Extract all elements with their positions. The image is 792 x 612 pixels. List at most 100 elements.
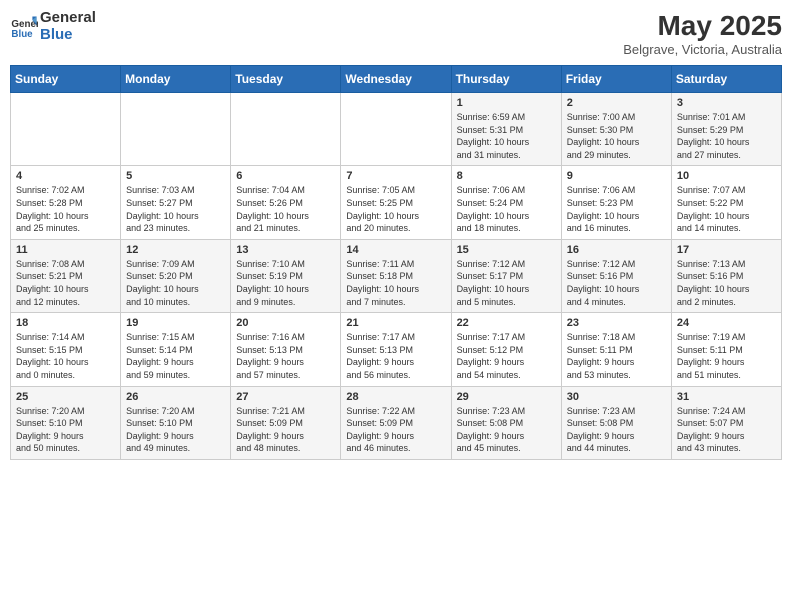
day-number: 23 — [567, 317, 666, 329]
day-cell: 24 Sunrise: 7:19 AM Sunset: 5:11 PM Dayli… — [671, 313, 781, 386]
day-info: Sunrise: 7:08 AM Sunset: 5:21 PM Dayligh… — [16, 258, 115, 308]
logo-general: General — [40, 10, 96, 27]
weekday-wednesday: Wednesday — [341, 66, 451, 93]
day-cell: 30 Sunrise: 7:23 AM Sunset: 5:08 PM Dayli… — [561, 386, 671, 459]
day-info: Sunrise: 7:23 AM Sunset: 5:08 PM Dayligh… — [567, 405, 666, 455]
day-number: 18 — [16, 317, 115, 329]
day-cell: 31 Sunrise: 7:24 AM Sunset: 5:07 PM Dayli… — [671, 386, 781, 459]
day-cell: 1 Sunrise: 6:59 AM Sunset: 5:31 PM Daylig… — [451, 93, 561, 166]
day-info: Sunrise: 7:22 AM Sunset: 5:09 PM Dayligh… — [346, 405, 445, 455]
day-info: Sunrise: 7:12 AM Sunset: 5:16 PM Dayligh… — [567, 258, 666, 308]
day-number: 11 — [16, 244, 115, 256]
day-cell: 9Sunrise: 7:06 AM Sunset: 5:23 PM Daylig… — [561, 166, 671, 239]
day-number: 10 — [677, 170, 776, 182]
day-cell: 21 Sunrise: 7:17 AM Sunset: 5:13 PM Dayli… — [341, 313, 451, 386]
weekday-friday: Friday — [561, 66, 671, 93]
day-number: 8 — [457, 170, 556, 182]
day-number: 20 — [236, 317, 335, 329]
weekday-saturday: Saturday — [671, 66, 781, 93]
day-info: Sunrise: 7:13 AM Sunset: 5:16 PM Dayligh… — [677, 258, 776, 308]
day-cell — [231, 93, 341, 166]
day-number: 5 — [126, 170, 225, 182]
day-cell: 5Sunrise: 7:03 AM Sunset: 5:27 PM Daylig… — [121, 166, 231, 239]
day-cell: 20 Sunrise: 7:16 AM Sunset: 5:13 PM Dayli… — [231, 313, 341, 386]
day-info: Sunrise: 7:24 AM Sunset: 5:07 PM Dayligh… — [677, 405, 776, 455]
day-cell: 6Sunrise: 7:04 AM Sunset: 5:26 PM Daylig… — [231, 166, 341, 239]
day-info: Sunrise: 7:02 AM Sunset: 5:28 PM Dayligh… — [16, 184, 115, 234]
day-info: Sunrise: 7:01 AM Sunset: 5:29 PM Dayligh… — [677, 111, 776, 161]
day-number: 24 — [677, 317, 776, 329]
day-number: 28 — [346, 391, 445, 403]
day-cell: 16 Sunrise: 7:12 AM Sunset: 5:16 PM Dayli… — [561, 239, 671, 312]
day-number: 16 — [567, 244, 666, 256]
week-row-4: 18 Sunrise: 7:14 AM Sunset: 5:15 PM Dayli… — [11, 313, 782, 386]
day-number: 21 — [346, 317, 445, 329]
location: Belgrave, Victoria, Australia — [623, 42, 782, 57]
day-number: 22 — [457, 317, 556, 329]
day-number: 15 — [457, 244, 556, 256]
day-cell: 12Sunrise: 7:09 AM Sunset: 5:20 PM Dayli… — [121, 239, 231, 312]
day-number: 1 — [457, 97, 556, 109]
day-info: Sunrise: 7:17 AM Sunset: 5:13 PM Dayligh… — [346, 331, 445, 381]
weekday-header-row: SundayMondayTuesdayWednesdayThursdayFrid… — [11, 66, 782, 93]
month-year: May 2025 — [623, 10, 782, 42]
svg-text:Blue: Blue — [11, 28, 33, 39]
weekday-thursday: Thursday — [451, 66, 561, 93]
day-info: Sunrise: 7:17 AM Sunset: 5:12 PM Dayligh… — [457, 331, 556, 381]
week-row-3: 11 Sunrise: 7:08 AM Sunset: 5:21 PM Dayli… — [11, 239, 782, 312]
day-info: Sunrise: 7:16 AM Sunset: 5:13 PM Dayligh… — [236, 331, 335, 381]
day-number: 4 — [16, 170, 115, 182]
day-cell: 3 Sunrise: 7:01 AM Sunset: 5:29 PM Daylig… — [671, 93, 781, 166]
day-cell: 7 Sunrise: 7:05 AM Sunset: 5:25 PM Daylig… — [341, 166, 451, 239]
header: General Blue General Blue May 2025 Belgr… — [10, 10, 782, 57]
day-info: Sunrise: 7:05 AM Sunset: 5:25 PM Dayligh… — [346, 184, 445, 234]
day-cell: 11 Sunrise: 7:08 AM Sunset: 5:21 PM Dayli… — [11, 239, 121, 312]
day-info: Sunrise: 7:12 AM Sunset: 5:17 PM Dayligh… — [457, 258, 556, 308]
week-row-2: 4 Sunrise: 7:02 AM Sunset: 5:28 PM Daylig… — [11, 166, 782, 239]
day-cell: 13Sunrise: 7:10 AM Sunset: 5:19 PM Dayli… — [231, 239, 341, 312]
day-info: Sunrise: 7:00 AM Sunset: 5:30 PM Dayligh… — [567, 111, 666, 161]
calendar-table: SundayMondayTuesdayWednesdayThursdayFrid… — [10, 65, 782, 460]
day-cell: 17 Sunrise: 7:13 AM Sunset: 5:16 PM Dayli… — [671, 239, 781, 312]
day-info: Sunrise: 7:15 AM Sunset: 5:14 PM Dayligh… — [126, 331, 225, 381]
day-number: 30 — [567, 391, 666, 403]
day-info: Sunrise: 7:19 AM Sunset: 5:11 PM Dayligh… — [677, 331, 776, 381]
day-cell: 18 Sunrise: 7:14 AM Sunset: 5:15 PM Dayli… — [11, 313, 121, 386]
title-block: May 2025 Belgrave, Victoria, Australia — [623, 10, 782, 57]
logo-icon: General Blue — [10, 13, 38, 41]
day-number: 26 — [126, 391, 225, 403]
day-info: Sunrise: 7:07 AM Sunset: 5:22 PM Dayligh… — [677, 184, 776, 234]
day-number: 13 — [236, 244, 335, 256]
day-info: Sunrise: 7:14 AM Sunset: 5:15 PM Dayligh… — [16, 331, 115, 381]
day-number: 29 — [457, 391, 556, 403]
day-cell: 8 Sunrise: 7:06 AM Sunset: 5:24 PM Daylig… — [451, 166, 561, 239]
day-number: 17 — [677, 244, 776, 256]
day-number: 7 — [346, 170, 445, 182]
day-info: Sunrise: 7:20 AM Sunset: 5:10 PM Dayligh… — [16, 405, 115, 455]
day-cell — [11, 93, 121, 166]
day-number: 14 — [346, 244, 445, 256]
week-row-1: 1 Sunrise: 6:59 AM Sunset: 5:31 PM Daylig… — [11, 93, 782, 166]
day-info: Sunrise: 7:21 AM Sunset: 5:09 PM Dayligh… — [236, 405, 335, 455]
day-info: Sunrise: 7:04 AM Sunset: 5:26 PM Dayligh… — [236, 184, 335, 234]
day-number: 31 — [677, 391, 776, 403]
day-cell — [121, 93, 231, 166]
day-number: 25 — [16, 391, 115, 403]
day-info: Sunrise: 7:11 AM Sunset: 5:18 PM Dayligh… — [346, 258, 445, 308]
day-cell: 28 Sunrise: 7:22 AM Sunset: 5:09 PM Dayli… — [341, 386, 451, 459]
day-info: Sunrise: 7:06 AM Sunset: 5:23 PM Dayligh… — [567, 184, 666, 234]
day-number: 27 — [236, 391, 335, 403]
day-number: 3 — [677, 97, 776, 109]
day-cell: 25 Sunrise: 7:20 AM Sunset: 5:10 PM Dayli… — [11, 386, 121, 459]
day-cell: 15 Sunrise: 7:12 AM Sunset: 5:17 PM Dayli… — [451, 239, 561, 312]
logo: General Blue General Blue — [10, 10, 96, 43]
day-cell — [341, 93, 451, 166]
logo-blue: Blue — [40, 27, 96, 44]
day-info: Sunrise: 6:59 AM Sunset: 5:31 PM Dayligh… — [457, 111, 556, 161]
day-cell: 14 Sunrise: 7:11 AM Sunset: 5:18 PM Dayli… — [341, 239, 451, 312]
day-cell: 2Sunrise: 7:00 AM Sunset: 5:30 PM Daylig… — [561, 93, 671, 166]
day-number: 12 — [126, 244, 225, 256]
day-cell: 23Sunrise: 7:18 AM Sunset: 5:11 PM Dayli… — [561, 313, 671, 386]
day-cell: 10 Sunrise: 7:07 AM Sunset: 5:22 PM Dayli… — [671, 166, 781, 239]
day-info: Sunrise: 7:06 AM Sunset: 5:24 PM Dayligh… — [457, 184, 556, 234]
